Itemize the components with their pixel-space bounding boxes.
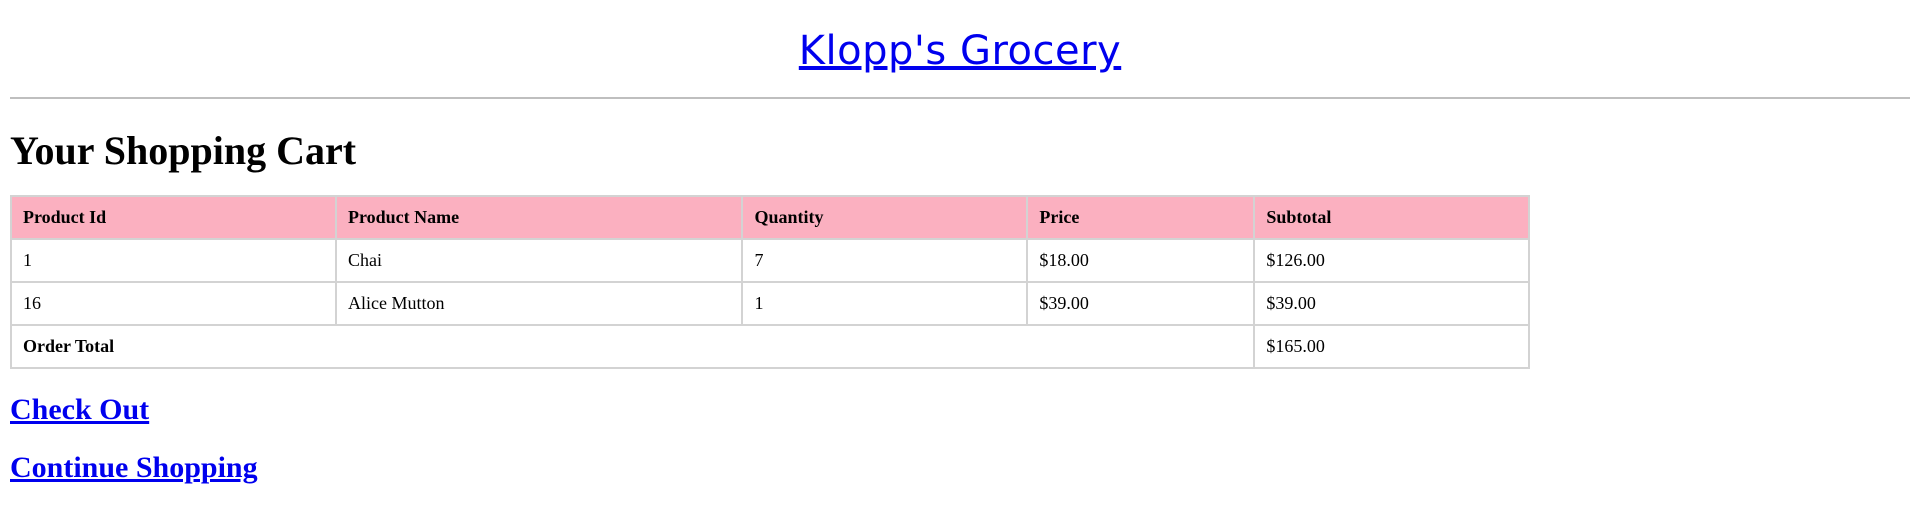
header-divider <box>10 97 1910 99</box>
order-total-value: $165.00 <box>1253 324 1530 369</box>
site-title-link[interactable]: Klopp's Grocery <box>799 28 1121 74</box>
table-row: 1 Chai 7 $18.00 $126.00 <box>10 238 1530 283</box>
column-header-product-id: Product Id <box>10 195 337 240</box>
column-header-quantity: Quantity <box>741 195 1029 240</box>
cell-product-name: Chai <box>334 238 744 283</box>
cell-price: $18.00 <box>1026 238 1256 283</box>
cell-product-id: 1 <box>10 238 337 283</box>
table-row: 16 Alice Mutton 1 $39.00 $39.00 <box>10 281 1530 326</box>
order-total-row: Order Total $165.00 <box>9 324 1530 369</box>
site-header: Klopp's Grocery <box>10 0 1910 74</box>
order-total-label: Order Total <box>9 324 1256 369</box>
table-header-row: Product Id Product Name Quantity Price S… <box>10 195 1530 240</box>
cell-product-name: Alice Mutton <box>334 281 744 326</box>
cell-quantity: 7 <box>741 238 1029 283</box>
cart-table: Product Id Product Name Quantity Price S… <box>9 195 1530 369</box>
check-out-link[interactable]: Check Out <box>10 393 1910 427</box>
cell-subtotal: $39.00 <box>1253 281 1530 326</box>
cell-quantity: 1 <box>741 281 1029 326</box>
column-header-price: Price <box>1026 195 1256 240</box>
column-header-subtotal: Subtotal <box>1253 195 1530 240</box>
page-title: Your Shopping Cart <box>10 128 357 173</box>
cell-subtotal: $126.00 <box>1253 238 1530 283</box>
continue-shopping-link[interactable]: Continue Shopping <box>10 451 1910 485</box>
cell-product-id: 16 <box>10 281 337 326</box>
column-header-product-name: Product Name <box>334 195 744 240</box>
cell-price: $39.00 <box>1026 281 1256 326</box>
